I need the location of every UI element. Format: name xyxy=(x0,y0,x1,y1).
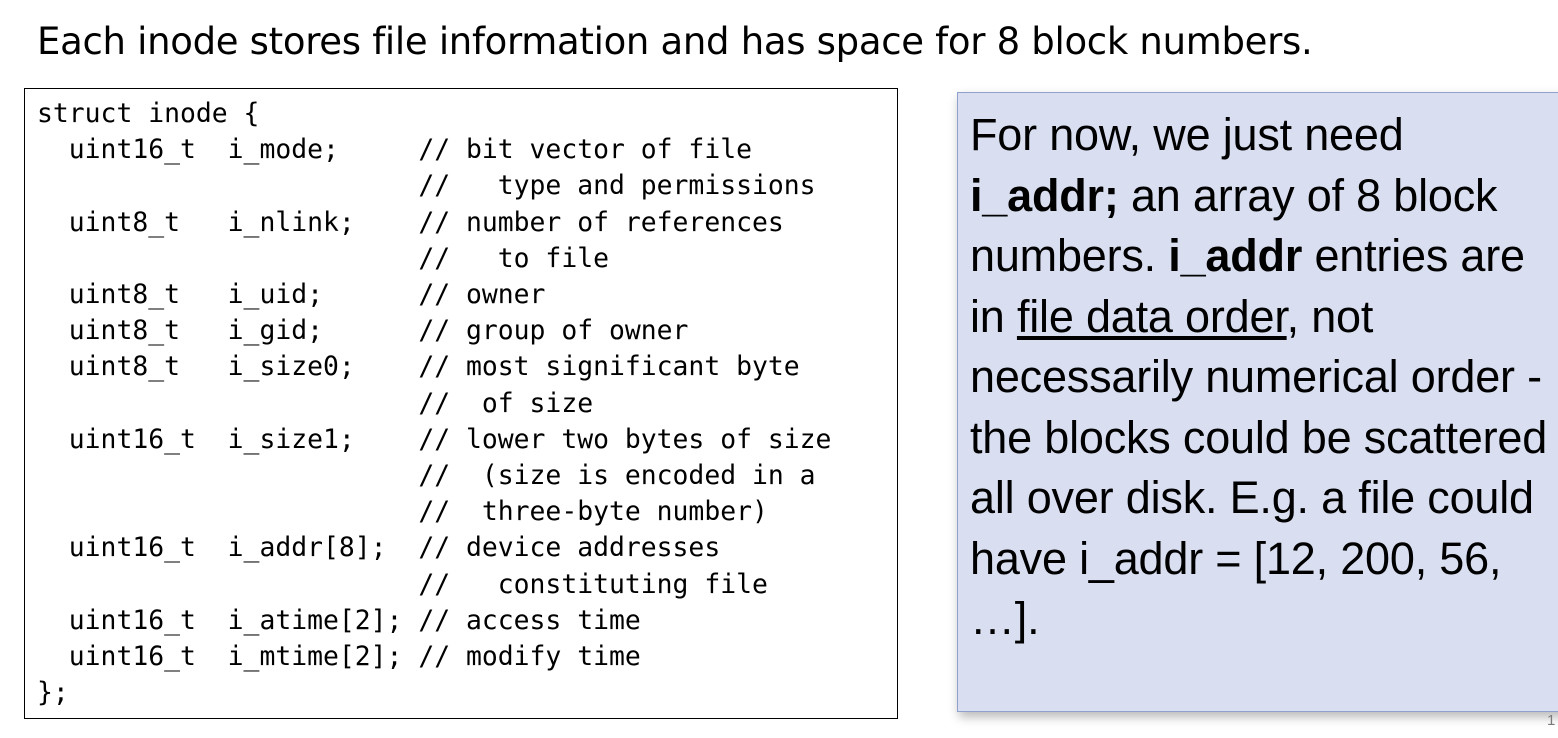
note-text-segment: , not necessarily numerical order - the … xyxy=(970,290,1548,645)
note-bold-i-addr: i_addr xyxy=(1168,230,1303,281)
code-line: uint8_t i_nlink; // number of references xyxy=(37,206,784,238)
struct-inode-code: struct inode { uint16_t i_mode; // bit v… xyxy=(37,96,831,711)
page-number: 1 xyxy=(1547,712,1556,729)
code-line: // type and permissions xyxy=(37,170,816,202)
explanation-callout: For now, we just need i_addr; an array o… xyxy=(957,92,1558,712)
code-block: struct inode { uint16_t i_mode; // bit v… xyxy=(24,88,898,719)
note-bold-i-addr: i_addr; xyxy=(970,169,1119,221)
code-line: // three-byte number) xyxy=(37,496,768,528)
code-line: uint8_t i_size0; // most significant byt… xyxy=(37,351,800,383)
code-line: // constituting file xyxy=(37,568,768,600)
code-line: uint16_t i_size1; // lower two bytes of … xyxy=(37,423,832,455)
code-line: // (size is encoded in a xyxy=(37,460,816,492)
code-line: uint16_t i_mode; // bit vector of file xyxy=(37,134,752,166)
code-line: uint8_t i_gid; // group of owner xyxy=(37,315,689,347)
code-line: }; xyxy=(37,677,69,709)
code-line: uint8_t i_uid; // owner xyxy=(37,279,546,311)
code-line: uint16_t i_atime[2]; // access time xyxy=(37,604,641,636)
code-line: uint16_t i_addr[8]; // device addresses xyxy=(37,532,721,564)
note-underline-file-data-order: file data order xyxy=(1016,290,1287,342)
note-text-segment: For now, we just need xyxy=(970,109,1404,160)
code-line: // to file xyxy=(37,242,609,274)
explanation-text: For now, we just need i_addr; an array o… xyxy=(970,105,1550,650)
code-line: uint16_t i_mtime[2]; // modify time xyxy=(37,641,641,673)
code-line: // of size xyxy=(37,387,594,419)
code-line: struct inode { xyxy=(37,98,260,129)
slide-title: Each inode stores file information and h… xyxy=(37,20,1313,63)
